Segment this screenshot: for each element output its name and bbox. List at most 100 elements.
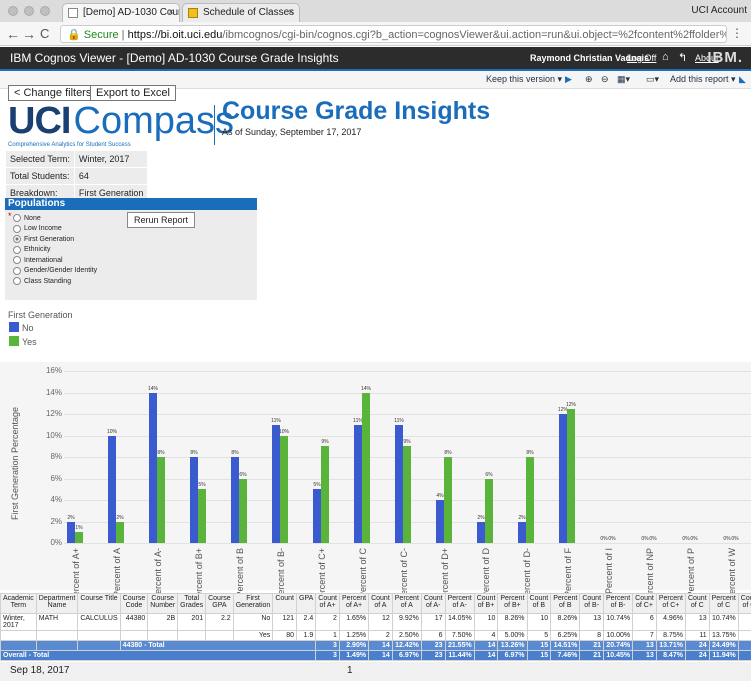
column-header[interactable]: Count of C xyxy=(684,593,710,614)
column-header[interactable]: Course GPA xyxy=(205,593,234,614)
minimize-icon[interactable] xyxy=(24,6,34,16)
population-option[interactable]: Ethnicity xyxy=(13,245,50,254)
tab-schedule[interactable]: Schedule of Classes × xyxy=(182,3,300,22)
menu-icon[interactable]: ⋮ xyxy=(731,26,743,40)
bar-no[interactable] xyxy=(149,392,157,543)
bar-no[interactable] xyxy=(518,521,526,543)
chart-type-icon[interactable]: ▦▾ xyxy=(617,74,630,85)
window-controls[interactable] xyxy=(8,6,50,16)
tab-course-grade[interactable]: [Demo] AD-1030 Course Gra× xyxy=(62,3,180,22)
maximize-icon[interactable] xyxy=(40,6,50,16)
column-header[interactable]: Percent of B- xyxy=(603,593,634,614)
bar-yes[interactable] xyxy=(75,532,83,543)
keep-version-button[interactable]: Keep this version ▾ xyxy=(486,74,562,85)
column-header[interactable]: Count of B- xyxy=(579,593,605,614)
bar-no[interactable] xyxy=(272,424,280,543)
bar-yes[interactable] xyxy=(444,457,452,543)
bar-no[interactable] xyxy=(436,500,444,543)
column-header[interactable]: GPA xyxy=(295,593,317,614)
profile-name[interactable]: UCI Account xyxy=(691,5,747,16)
column-header[interactable]: Count of C- xyxy=(737,593,751,614)
drill-up-icon[interactable]: ⊖ xyxy=(601,74,609,85)
change-filters-button[interactable]: < Change filters xyxy=(8,85,98,101)
bar-no[interactable] xyxy=(190,457,198,543)
bar-yes[interactable] xyxy=(239,478,247,543)
bar-no[interactable] xyxy=(231,457,239,543)
population-option[interactable]: Gender/Gender Identity xyxy=(13,266,97,275)
column-header[interactable]: Department Name xyxy=(35,593,79,614)
column-header[interactable]: Percent of A- xyxy=(444,593,475,614)
column-header[interactable]: Percent of C+ xyxy=(655,593,686,614)
column-header[interactable]: Count of A xyxy=(368,593,393,614)
radio-icon[interactable] xyxy=(13,256,21,264)
radio-icon[interactable] xyxy=(13,266,21,275)
column-header[interactable]: Course Code xyxy=(119,593,149,614)
table-cell: 9.92% xyxy=(391,613,422,631)
table-cell xyxy=(177,630,207,641)
forward-icon[interactable]: → xyxy=(22,26,36,42)
rerun-report-button[interactable]: Rerun Report xyxy=(127,212,196,228)
bar-yes[interactable] xyxy=(116,521,124,543)
export-excel-button[interactable]: Export to Excel xyxy=(90,85,176,101)
column-header[interactable]: Count xyxy=(272,593,297,614)
population-option[interactable]: None xyxy=(13,214,41,222)
population-option[interactable]: Class Standing xyxy=(13,277,71,285)
bar-no[interactable] xyxy=(559,414,567,543)
back-icon[interactable]: ← xyxy=(6,26,20,42)
radio-icon[interactable] xyxy=(13,224,21,233)
add-report-button[interactable]: Add this report ▾ xyxy=(670,74,736,85)
close-tab-icon[interactable]: × xyxy=(288,7,294,18)
bar-yes[interactable] xyxy=(157,457,165,543)
column-header[interactable]: Percent of B xyxy=(550,593,581,614)
column-header[interactable]: Count of C+ xyxy=(632,593,657,614)
view-format-icon[interactable]: ▭▾ xyxy=(646,74,659,85)
bar-no[interactable] xyxy=(354,424,362,543)
radio-icon[interactable] xyxy=(13,245,21,254)
bar-yes[interactable] xyxy=(526,457,534,543)
column-header[interactable]: First Generation xyxy=(232,593,274,614)
close-tab-icon[interactable]: × xyxy=(168,7,174,18)
column-header[interactable]: Percent of A+ xyxy=(338,593,370,614)
bar-yes[interactable] xyxy=(280,435,288,543)
column-header[interactable]: Count of A- xyxy=(420,593,446,614)
column-header[interactable]: Count of B+ xyxy=(473,593,499,614)
column-header[interactable]: Count of B xyxy=(526,593,552,614)
bar-no[interactable] xyxy=(108,435,116,543)
bar-yes[interactable] xyxy=(198,489,206,543)
bar-no[interactable] xyxy=(313,489,321,543)
radio-icon[interactable] xyxy=(13,277,21,285)
url-field[interactable]: 🔒 Secure | https://bi.oit.uci.edu/ibmcog… xyxy=(60,25,727,43)
bar-yes[interactable] xyxy=(403,446,411,543)
return-icon[interactable]: ↰ xyxy=(678,51,687,64)
population-option[interactable]: Low Income xyxy=(13,224,62,233)
column-header[interactable]: Total Grades xyxy=(177,593,207,614)
column-header[interactable]: Count of A+ xyxy=(315,593,340,614)
y-tick-label: 10% xyxy=(45,430,62,440)
table-cell: 21.55% xyxy=(444,640,475,651)
table-cell: 10.74% xyxy=(603,613,634,631)
bar-no[interactable] xyxy=(477,521,485,543)
logoff-link[interactable]: Log Off xyxy=(627,53,656,63)
reload-icon[interactable]: C xyxy=(40,26,49,41)
bar-yes[interactable] xyxy=(485,478,493,543)
column-header[interactable]: Course Number xyxy=(147,593,179,614)
column-header[interactable]: Course Title xyxy=(77,593,121,614)
drill-down-icon[interactable]: ⊕ xyxy=(585,74,593,85)
radio-icon[interactable] xyxy=(13,235,21,243)
close-window-icon[interactable] xyxy=(8,6,18,16)
table-cell: 14.05% xyxy=(444,613,475,631)
home-icon[interactable]: ⌂ xyxy=(662,51,669,63)
column-header[interactable]: Percent of B+ xyxy=(497,593,528,614)
column-header[interactable]: Percent of A xyxy=(391,593,422,614)
table-cell: 4.96% xyxy=(655,613,686,631)
population-option[interactable]: First Generation xyxy=(13,235,74,243)
radio-icon[interactable] xyxy=(13,214,21,222)
run-icon[interactable]: ▶ xyxy=(565,74,572,85)
bar-yes[interactable] xyxy=(567,408,575,543)
population-option[interactable]: International xyxy=(13,256,63,264)
bar-yes[interactable] xyxy=(362,392,370,543)
column-header[interactable]: Academic Term xyxy=(0,593,37,614)
column-header[interactable]: Percent of C xyxy=(708,593,739,614)
chart-icon[interactable]: ◣ xyxy=(739,74,746,85)
bar-yes[interactable] xyxy=(321,446,329,543)
